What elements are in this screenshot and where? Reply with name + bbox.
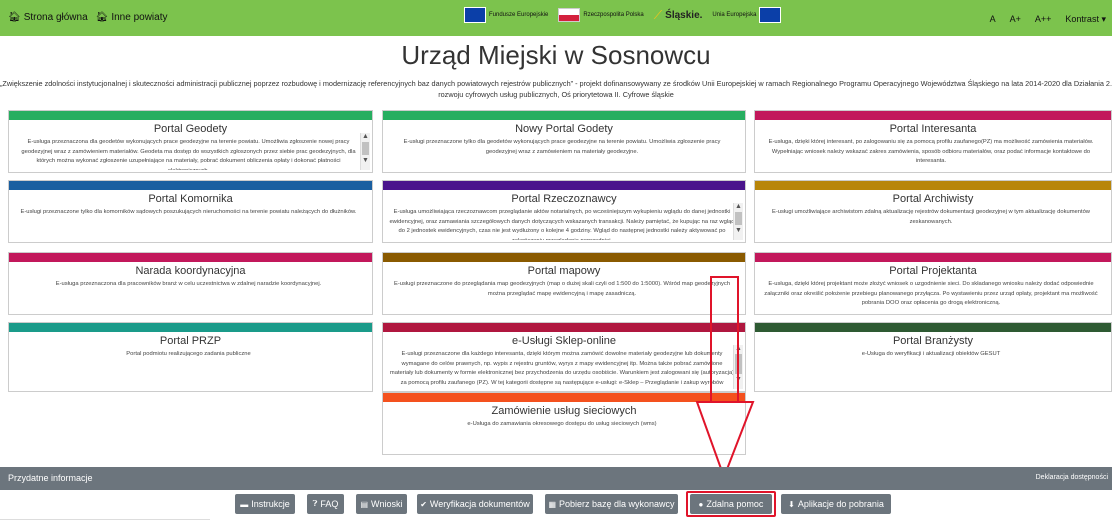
useful-info-bar: Przydatne informacje Deklaracja dostępno… bbox=[0, 467, 1112, 490]
accessibility-declaration-link[interactable]: Deklaracja dostępności bbox=[1036, 474, 1108, 481]
faq-button[interactable]: ❓︎ FAQ bbox=[307, 494, 344, 514]
document-verification-button[interactable]: ✔ Weryfikacja dokumentów bbox=[417, 494, 533, 514]
book-icon: ▬ bbox=[240, 499, 249, 509]
apps-download-button[interactable]: ⬇ Aplikacje do pobrania bbox=[781, 494, 891, 514]
download-icon: ⬇ bbox=[788, 499, 795, 509]
question-icon: ❓︎ bbox=[312, 499, 318, 508]
file-icon: ▤ bbox=[360, 499, 369, 509]
applications-button[interactable]: ▤ Wnioski bbox=[356, 494, 407, 514]
database-icon: ▦ bbox=[548, 499, 556, 509]
remote-help-highlight bbox=[686, 491, 776, 517]
check-circle-icon: ✔ bbox=[420, 499, 427, 509]
useful-info-label: Przydatne informacje bbox=[8, 473, 93, 483]
instructions-button[interactable]: ▬ Instrukcje bbox=[235, 494, 295, 514]
divider bbox=[0, 519, 210, 520]
annotation-arrow bbox=[695, 276, 755, 480]
download-database-button[interactable]: ▦ Pobierz bazę dla wykonawcy bbox=[545, 494, 678, 514]
